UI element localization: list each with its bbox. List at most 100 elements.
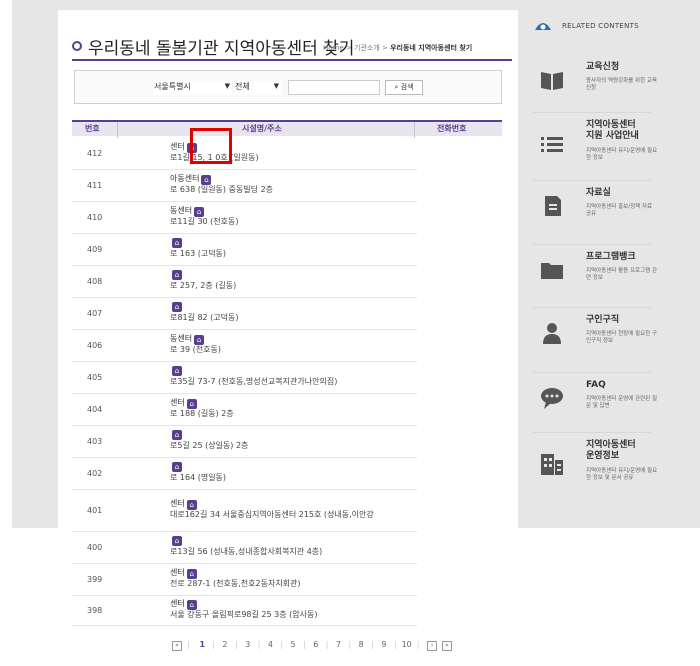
- related-item-title: 지역아동센터 지원 사업안내: [586, 120, 639, 141]
- home-icon[interactable]: ⌂: [172, 302, 182, 312]
- table-row[interactable]: 401 센터 ⌂ 대로162길 34 서울중심지역아동센터 215호 (성내동,이안강: [72, 490, 417, 532]
- facility-name-text: 센터: [170, 142, 185, 151]
- facility-name[interactable]: ⌂: [170, 301, 182, 312]
- page-title: 우리동네 돌봄기관 지역아동센터 찾기: [88, 39, 355, 59]
- book-icon: [538, 66, 566, 94]
- page-number[interactable]: 8: [356, 640, 366, 649]
- facility-name-text: 아동센터: [170, 174, 200, 183]
- facility-address: 로 638 (일원동) 중동빌딩 2층: [170, 185, 274, 194]
- breadcrumb-about[interactable]: 기관소개: [354, 44, 380, 52]
- facility-name[interactable]: ⌂: [170, 461, 182, 472]
- pagination-separator: |: [348, 640, 352, 649]
- related-item-title: 교육신청: [586, 62, 620, 72]
- related-item-divider: [532, 432, 652, 433]
- related-item-divider: [532, 112, 652, 113]
- facility-name[interactable]: ⌂: [170, 535, 182, 546]
- related-contents-header: RELATED CONTENTS: [522, 14, 662, 40]
- facility-name-text: 센터: [170, 398, 185, 407]
- district-select-value: 전체: [235, 82, 250, 91]
- table-row[interactable]: 405 ⌂ 로35길 73-7 (천호동,명성선교복지관가나안의집): [72, 362, 417, 394]
- facility-name[interactable]: ⌂: [170, 237, 182, 248]
- page-number[interactable]: 4: [265, 640, 275, 649]
- table-row[interactable]: 409 ⌂ 로 163 (고덕동): [72, 234, 417, 266]
- page-number[interactable]: 9: [379, 640, 389, 649]
- home-icon[interactable]: ⌂: [172, 430, 182, 440]
- page-number[interactable]: 1: [197, 640, 207, 649]
- pagination-separator: |: [325, 640, 329, 649]
- search-input[interactable]: [288, 80, 380, 95]
- table-row[interactable]: 403 ⌂ 로5길 25 (상일동) 2층: [72, 426, 417, 458]
- page-number[interactable]: 3: [243, 640, 253, 649]
- header-name-address: 시설명/주소: [242, 124, 282, 133]
- title-bullet-icon: [72, 41, 82, 51]
- related-item-description: 지역아동센터 유지/운영에 필요한 정보: [586, 148, 658, 161]
- table-row[interactable]: 399 센터 ⌂ 전로 287-1 (천호동,천호2동자치회관): [72, 564, 417, 596]
- related-item-description: 지역아동센터 활용 프로그램 관련 정보: [586, 268, 658, 281]
- related-item-title: 프로그램뱅크: [586, 252, 636, 262]
- related-item-description: 지역아동센터 운영에 관련된 질문 및 답변: [586, 396, 658, 409]
- home-icon[interactable]: ⌂: [172, 270, 182, 280]
- facility-address: 로11길 30 (천호동): [170, 217, 239, 226]
- row-number: 412: [87, 149, 103, 158]
- facility-address: 로 39 (천호동): [170, 345, 221, 354]
- search-button[interactable]: ⌕ 검색: [385, 80, 423, 95]
- page-number[interactable]: 6: [311, 640, 321, 649]
- page-number[interactable]: 10: [402, 640, 412, 649]
- table-row[interactable]: 398 센터 ⌂ 서울 강동구 올림픽로98길 25 3층 (암사동): [72, 596, 417, 626]
- facility-name-text: 센터: [170, 599, 185, 608]
- pagination-separator: |: [234, 640, 238, 649]
- folder-icon: [538, 256, 566, 284]
- facility-address: 서울 강동구 올림픽로98길 25 3층 (암사동): [170, 610, 318, 619]
- district-select[interactable]: 전체 ▼: [235, 81, 281, 95]
- search-icon: ⌕: [394, 83, 399, 91]
- facility-name[interactable]: ⌂: [170, 365, 182, 376]
- page-number[interactable]: 5: [288, 640, 298, 649]
- table-row[interactable]: 406 동센터 ⌂ 로 39 (천호동): [72, 330, 417, 362]
- last-page-button[interactable]: »: [442, 641, 453, 651]
- related-item-divider: [532, 307, 652, 308]
- facility-address: 로 164 (명일동): [170, 473, 227, 482]
- dropdown-arrow-icon: ▼: [224, 82, 230, 90]
- city-select[interactable]: 서울특별시 ▼: [154, 81, 232, 95]
- facility-name-text: 동센터: [170, 206, 193, 215]
- first-page-button[interactable]: «: [172, 641, 182, 651]
- related-item-description: 지역아동센터 현장에 필요한 구인구직 정보: [586, 331, 658, 344]
- table-row[interactable]: 410 동센터 ⌂ 로11길 30 (천호동): [72, 202, 417, 234]
- home-icon[interactable]: ⌂: [172, 238, 182, 248]
- header-number: 번호: [85, 124, 100, 133]
- table-row[interactable]: 400 ⌂ 로13길 56 (성내동,성내종합사회복지관 4층): [72, 532, 417, 564]
- table-row[interactable]: 407 ⌂ 로81길 82 (고덕동): [72, 298, 417, 330]
- facility-address: 대로162길 34 서울중심지역아동센터 215호 (성내동,이안강: [170, 510, 374, 519]
- home-icon[interactable]: ⌂: [172, 536, 182, 546]
- list-icon: [538, 130, 566, 158]
- breadcrumb-home[interactable]: Home: [323, 44, 344, 52]
- facility-address: 로 257, 2층 (길동): [170, 281, 237, 290]
- pagination-separator: |: [280, 640, 284, 649]
- table-row[interactable]: 412 센터 ⌂ 로1길 15, 1 0호 (일원동): [72, 138, 417, 170]
- next-page-button[interactable]: ›: [427, 641, 438, 651]
- pagination-separator: |: [416, 640, 420, 649]
- home-icon[interactable]: ⌂: [172, 462, 182, 472]
- table-row[interactable]: 402 ⌂ 로 164 (명일동): [72, 458, 417, 490]
- header-divider: [117, 122, 118, 138]
- pagination-separator: |: [393, 640, 397, 649]
- related-contents-title: RELATED CONTENTS: [562, 22, 639, 30]
- facility-name-text: 센터: [170, 499, 185, 508]
- related-item-divider: [532, 244, 652, 245]
- chat-icon: [538, 384, 566, 412]
- table-row[interactable]: 411 아동센터 ⌂ 로 638 (일원동) 중동빌딩 2층: [72, 170, 417, 202]
- page-title-row: 우리동네 돌봄기관 지역아동센터 찾기 Home > 기관소개 > 우리동네 지…: [72, 34, 512, 60]
- home-icon[interactable]: ⌂: [172, 366, 182, 376]
- related-item-title: 자료실: [586, 188, 611, 198]
- row-number: 402: [87, 469, 103, 478]
- page-number[interactable]: 7: [333, 640, 343, 649]
- facility-name[interactable]: ⌂: [170, 429, 182, 440]
- search-box: 서울특별시 ▼ 전체 ▼ ⌕ 검색: [74, 70, 502, 104]
- facility-address: 로35길 73-7 (천호동,명성선교복지관가나안의집): [170, 377, 338, 386]
- table-row[interactable]: 408 ⌂ 로 257, 2층 (길동): [72, 266, 417, 298]
- page-number[interactable]: 2: [220, 640, 230, 649]
- table-row[interactable]: 404 센터 ⌂ 로 188 (길동) 2층: [72, 394, 417, 426]
- row-number: 400: [87, 543, 103, 552]
- row-number: 407: [87, 309, 103, 318]
- facility-name[interactable]: ⌂: [170, 269, 182, 280]
